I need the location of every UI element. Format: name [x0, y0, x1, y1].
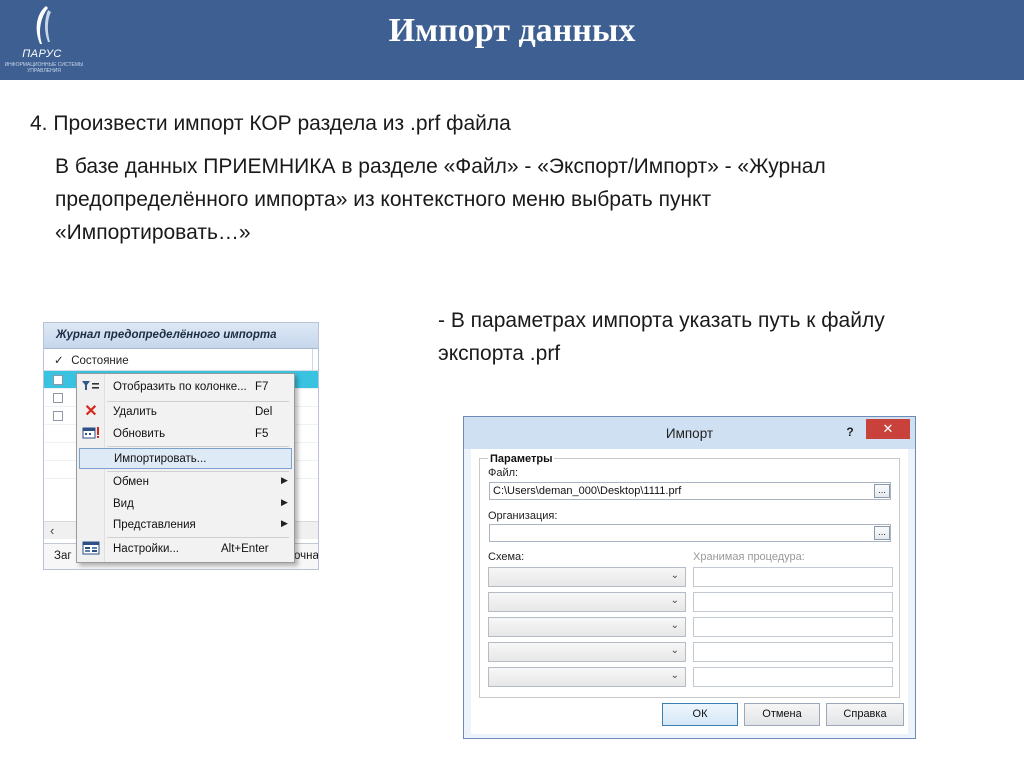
parameters-group: Параметры Файл: C:\Users\deman_000\Deskt…	[479, 453, 900, 698]
menu-item-filter-by-column[interactable]: Отобразить по колонке... F7	[79, 377, 292, 398]
journal-title: Журнал предопределённого импорта	[44, 323, 318, 349]
procedure-field[interactable]	[693, 642, 893, 662]
help-dialog-button[interactable]: Справка	[826, 703, 904, 726]
params-instruction: - В параметрах импорта указать путь к фа…	[438, 304, 978, 370]
dialog-body: Параметры Файл: C:\Users\deman_000\Deskt…	[471, 449, 908, 734]
menu-item-label: Обновить	[113, 428, 166, 440]
procedure-field[interactable]	[693, 667, 893, 687]
description-line: В базе данных ПРИЕМНИКА в разделе «Файл»…	[55, 155, 826, 178]
check-column-icon: ✓	[54, 355, 64, 367]
menu-item-shortcut: F7	[255, 381, 269, 393]
chevron-down-icon: ⌄	[670, 645, 679, 656]
menu-item-delete[interactable]: ✕ Удалить Del	[79, 402, 292, 423]
schema-select[interactable]: ⌄	[488, 667, 686, 687]
delete-x-icon: ✕	[84, 403, 98, 420]
menu-item-views[interactable]: Представления ▶	[79, 515, 292, 536]
close-button[interactable]: ✕	[866, 419, 910, 439]
procedure-field[interactable]	[693, 617, 893, 637]
menu-item-label: Вид	[113, 498, 134, 510]
cancel-button[interactable]: Отмена	[744, 703, 820, 726]
column-header[interactable]: ✓ Состояние	[44, 349, 318, 371]
row-checkbox[interactable]	[53, 375, 63, 385]
description-line: «Импортировать…»	[55, 221, 251, 244]
browse-organization-button[interactable]: ...	[874, 526, 890, 540]
stored-procedure-label: Хранимая процедура:	[693, 551, 805, 563]
menu-item-exchange[interactable]: Обмен ▶	[79, 472, 292, 493]
menu-item-label: Представления	[113, 519, 196, 531]
import-dialog: Импорт ? ✕ Параметры Файл: C:\Users\dema…	[463, 416, 916, 739]
params-line: экспорта .prf	[438, 342, 561, 365]
file-label: Файл:	[488, 467, 519, 479]
group-title: Параметры	[488, 453, 555, 465]
refresh-calendar-icon	[81, 426, 101, 442]
menu-separator	[107, 446, 289, 447]
help-button[interactable]: ?	[836, 422, 864, 442]
schema-label: Схема:	[488, 551, 525, 563]
menu-item-settings[interactable]: Настройки... Alt+Enter	[79, 539, 292, 560]
chevron-down-icon: ⌄	[670, 670, 679, 681]
dialog-titlebar[interactable]: Импорт ? ✕	[464, 417, 915, 449]
chevron-down-icon: ⌄	[670, 595, 679, 606]
step-description: В базе данных ПРИЕМНИКА в разделе «Файл»…	[55, 150, 935, 249]
slide-header: ПАРУС ИНФОРМАЦИОННЫЕ СИСТЕМЫ УПРАВЛЕНИЯ …	[0, 0, 1024, 80]
procedure-field[interactable]	[693, 592, 893, 612]
column-divider	[312, 349, 313, 371]
step-heading: 4. Произвести импорт КОР раздела из .prf…	[30, 112, 511, 135]
filter-icon	[81, 379, 101, 395]
ok-button[interactable]: ОК	[662, 703, 738, 726]
menu-item-import[interactable]: Импортировать...	[79, 448, 292, 469]
description-line: предопределённого импорта» из контекстно…	[55, 188, 712, 211]
params-line: - В параметрах импорта указать путь к фа…	[438, 309, 885, 332]
menu-item-label: Настройки...	[113, 543, 179, 555]
slide-title: Импорт данных	[388, 12, 636, 49]
menu-item-shortcut: Alt+Enter	[221, 543, 269, 555]
organization-label: Организация:	[488, 510, 558, 522]
file-path-field[interactable]: C:\Users\deman_000\Desktop\1111.prf	[489, 482, 891, 500]
schema-select[interactable]: ⌄	[488, 642, 686, 662]
submenu-arrow-icon: ▶	[281, 497, 288, 507]
menu-item-label: Импортировать...	[114, 453, 207, 465]
menu-item-label: Отобразить по колонке...	[113, 381, 247, 393]
procedure-field[interactable]	[693, 567, 893, 587]
menu-item-shortcut: Del	[255, 406, 273, 418]
menu-item-label: Удалить	[113, 406, 157, 418]
submenu-arrow-icon: ▶	[281, 475, 288, 485]
organization-field[interactable]	[489, 524, 891, 542]
menu-item-label: Обмен	[113, 476, 149, 488]
row-checkbox[interactable]	[53, 393, 63, 403]
settings-icon	[81, 541, 101, 557]
chevron-down-icon: ⌄	[670, 570, 679, 581]
menu-item-shortcut: F5	[255, 428, 269, 440]
submenu-arrow-icon: ▶	[281, 518, 288, 528]
scroll-left-icon[interactable]: ‹	[50, 523, 54, 538]
context-menu: Отобразить по колонке... F7 ✕ Удалить De…	[76, 373, 295, 563]
browse-file-button[interactable]: ...	[874, 484, 890, 498]
menu-separator	[107, 537, 289, 538]
row-checkbox[interactable]	[53, 411, 63, 421]
tab-right[interactable]: очна	[294, 550, 318, 562]
schema-select[interactable]: ⌄	[488, 567, 686, 587]
logo-tagline: ИНФОРМАЦИОННЫЕ СИСТЕМЫ УПРАВЛЕНИЯ	[4, 62, 84, 74]
menu-item-refresh[interactable]: Обновить F5	[79, 424, 292, 445]
column-header-label: Состояние	[71, 355, 129, 367]
schema-select[interactable]: ⌄	[488, 617, 686, 637]
tab-left[interactable]: Заг	[54, 550, 72, 562]
schema-select[interactable]: ⌄	[488, 592, 686, 612]
chevron-down-icon: ⌄	[670, 620, 679, 631]
menu-item-view[interactable]: Вид ▶	[79, 494, 292, 515]
